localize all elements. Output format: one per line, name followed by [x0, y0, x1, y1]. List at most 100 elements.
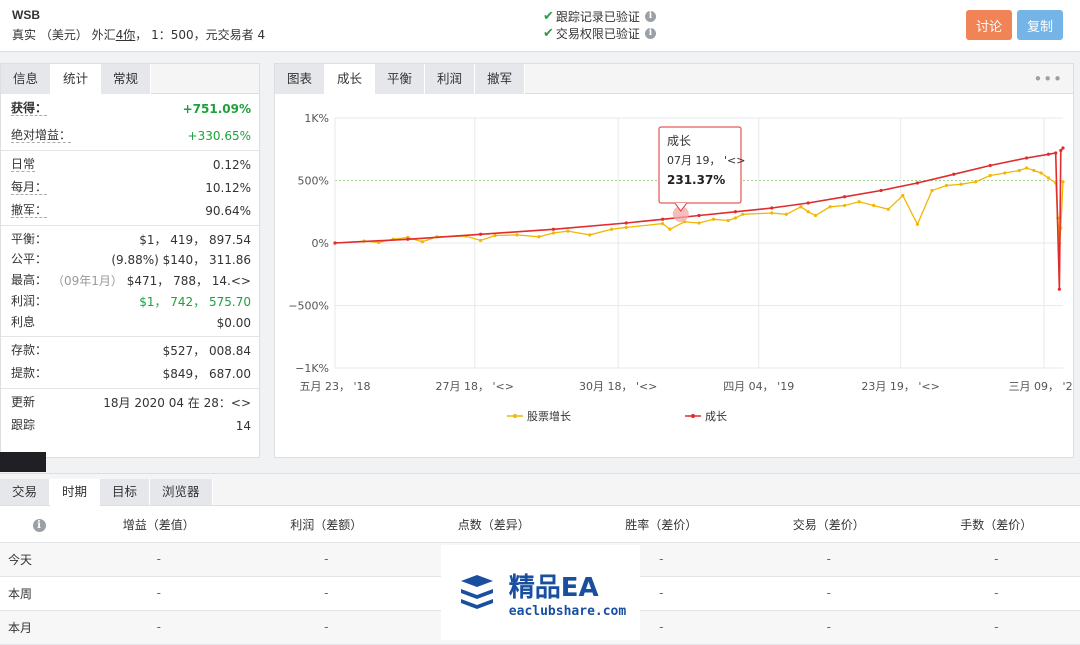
- legend-label: 股票增长: [527, 409, 571, 423]
- table-cell: -: [243, 542, 411, 576]
- track-verified-badge: ✔ 跟踪记录已验证 i: [543, 8, 656, 25]
- data-point: [421, 240, 424, 243]
- table-cell: -: [745, 576, 913, 610]
- tracking-label: 跟踪: [11, 419, 35, 432]
- data-point: [974, 180, 977, 183]
- account-desc-post: ， 1：500，元交易者 4: [135, 28, 265, 42]
- data-point: [952, 173, 955, 176]
- tab-goals[interactable]: 目标: [100, 479, 150, 505]
- monthly-value: 10.12%: [205, 181, 251, 195]
- info-icon[interactable]: i: [645, 11, 656, 22]
- daily-label[interactable]: 日常: [11, 158, 35, 172]
- tooltip-title: 成长: [667, 134, 691, 148]
- row-label: 本周: [0, 576, 75, 610]
- drawdown-value: 90.64%: [205, 204, 251, 218]
- tab-trades[interactable]: 交易: [0, 479, 50, 505]
- data-point: [661, 222, 664, 225]
- tab-drawdown[interactable]: 撤军: [475, 64, 525, 94]
- data-point: [697, 221, 700, 224]
- table-cell: -: [745, 610, 913, 644]
- stats-list: 获得： +751.09% 绝对增益： +330.65% 日常 0.12% 每月：…: [1, 96, 259, 437]
- track-verified-label: 跟踪记录已验证: [556, 8, 640, 25]
- x-tick-label: 30月 18， '<>: [579, 380, 657, 393]
- data-point: [1061, 180, 1064, 183]
- row-label: 本月: [0, 610, 75, 644]
- data-point: [887, 208, 890, 211]
- y-axis-ticks: 1K%500%0%−500%−1K%: [288, 112, 329, 375]
- table-cell: -: [75, 610, 243, 644]
- abs-gain-label[interactable]: 绝对增益：: [11, 129, 71, 143]
- data-point: [1018, 169, 1021, 172]
- table-header-row: i 增益（差值） 利润（差额） 点数（差异） 胜率（差价） 交易（差价） 手数（…: [0, 508, 1080, 542]
- discuss-button[interactable]: 讨论: [966, 10, 1012, 40]
- table-cell: -: [75, 542, 243, 576]
- deposit-value: $527， 008.84: [163, 342, 251, 359]
- data-point: [916, 181, 919, 184]
- data-point: [406, 238, 409, 241]
- tab-growth[interactable]: 成长: [325, 64, 375, 95]
- monthly-label[interactable]: 每月：: [11, 181, 47, 195]
- gain-value: +751.09%: [183, 102, 251, 116]
- stat-daily: 日常 0.12%: [1, 153, 259, 176]
- copy-button[interactable]: 复制: [1017, 10, 1063, 40]
- account-header: WSB 真实 （美元） 外汇4你， 1：500，元交易者 4 ✔ 跟踪记录已验证…: [0, 0, 1080, 52]
- data-point: [1003, 171, 1006, 174]
- data-point: [333, 241, 336, 244]
- data-point: [770, 206, 773, 209]
- stat-updated: 更新 18月 2020 04 在 28：<>: [1, 391, 259, 414]
- tooltip-value: 231.37%: [667, 173, 725, 187]
- tab-stats[interactable]: 统计: [51, 64, 101, 95]
- highest-label: 最高：: [11, 274, 47, 287]
- tab-chart[interactable]: 图表: [275, 64, 325, 94]
- more-options-icon[interactable]: •••: [1033, 70, 1063, 88]
- drawdown-label[interactable]: 撤军：: [11, 204, 47, 218]
- data-point: [1025, 156, 1028, 159]
- table-cell: -: [913, 576, 1080, 610]
- tab-browser[interactable]: 浏览器: [150, 479, 213, 505]
- tab-info[interactable]: 信息: [1, 64, 51, 94]
- account-desc-link[interactable]: 4你: [116, 28, 136, 42]
- data-point: [807, 201, 810, 204]
- tab-profit[interactable]: 利润: [425, 64, 475, 94]
- stat-equity: 公平： (9.88%) $140， 311.86: [1, 249, 259, 270]
- info-icon[interactable]: i: [33, 519, 46, 532]
- tracking-value: 14: [236, 419, 251, 433]
- tab-general[interactable]: 常规: [101, 64, 151, 94]
- info-icon[interactable]: i: [645, 28, 656, 39]
- data-point: [930, 189, 933, 192]
- data-point: [661, 218, 664, 221]
- stat-balance: 平衡： $1， 419， 897.54: [1, 229, 259, 249]
- row-label: 今天: [0, 542, 75, 576]
- legend-swatch-dot: [513, 414, 517, 418]
- decorative-strip: [0, 452, 46, 472]
- table-cell: -: [913, 542, 1080, 576]
- chart-tooltip: 成长 07月 19， '<> 231.37%: [659, 127, 745, 222]
- data-point: [1032, 169, 1035, 172]
- y-tick-label: 500%: [298, 175, 329, 188]
- data-point: [537, 235, 540, 238]
- watermark-text: 精品EA eaclubshare.com: [509, 567, 626, 619]
- stat-highest: 最高： （09年1月） $471， 788， 14.<>: [1, 270, 259, 291]
- stat-monthly: 每月： 10.12%: [1, 176, 259, 199]
- account-name: WSB: [12, 8, 40, 22]
- gain-label[interactable]: 获得：: [11, 102, 47, 116]
- data-point: [712, 218, 715, 221]
- tab-periods[interactable]: 时期: [50, 479, 100, 506]
- check-icon: ✔: [543, 26, 554, 41]
- equity-label: 公平：: [11, 253, 47, 266]
- highest-value-group: （09年1月） $471， 788， 14.<>: [52, 272, 251, 289]
- stat-profit: 利润： $1， 742， 575.70: [1, 291, 259, 312]
- balance-value: $1， 419， 897.54: [139, 231, 251, 248]
- updated-value: 18月 2020 04 在 28：<>: [103, 394, 251, 411]
- data-point: [494, 234, 497, 237]
- tab-balance[interactable]: 平衡: [375, 64, 425, 94]
- x-tick-label: 23月 19， '<>: [861, 380, 939, 393]
- data-point: [959, 183, 962, 186]
- tooltip-date: 07月 19， '<>: [667, 154, 745, 167]
- data-point: [566, 230, 569, 233]
- data-point: [741, 213, 744, 216]
- stat-withdraw: 提款： $849， 687.00: [1, 362, 259, 385]
- chart-tabs: 图表 成长 平衡 利润 撤军: [275, 64, 1073, 94]
- data-point: [727, 219, 730, 222]
- data-point: [1054, 151, 1057, 154]
